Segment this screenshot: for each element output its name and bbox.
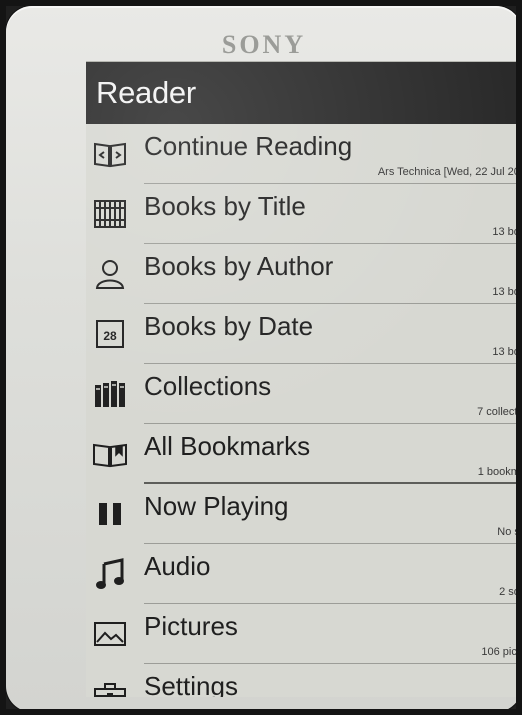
menu-item-now-playing[interactable]: Now Playing No so xyxy=(86,484,522,544)
music-note-icon xyxy=(90,554,130,594)
menu-item-label: Settings xyxy=(144,671,238,697)
menu-item-subtext: 106 pictu xyxy=(481,646,522,658)
menu-item-label: Continue Reading xyxy=(144,131,353,161)
menu-item-audio[interactable]: Audio 2 son xyxy=(86,544,522,604)
toolbox-icon xyxy=(90,674,130,697)
menu-item-label: Now Playing xyxy=(144,491,289,521)
menu-item-all-bookmarks[interactable]: All Bookmarks 1 bookma xyxy=(86,424,522,484)
menu-item-books-by-date[interactable]: 28 Books by Date 13 boo xyxy=(86,304,522,364)
menu-item-label: Collections xyxy=(144,371,272,401)
calendar-icon: 28 xyxy=(90,314,130,354)
menu-item-continue-reading[interactable]: Continue Reading Ars Technica [Wed, 22 J… xyxy=(86,124,522,184)
menu-item-subtext: 7 collectio xyxy=(477,406,522,418)
menu-item-subtext: 13 boo xyxy=(492,286,522,298)
menu-item-label: Audio xyxy=(144,551,211,581)
menu-item-label: Books by Author xyxy=(144,251,334,281)
menu-item-subtext: No so xyxy=(497,526,522,538)
menu-item-collections[interactable]: Collections 7 collectio xyxy=(86,364,522,424)
menu-item-subtext: 1 bookma xyxy=(477,466,522,478)
menu-item-label: All Bookmarks xyxy=(144,431,311,461)
menu-item-label: Books by Date xyxy=(144,311,314,341)
menu-item-pictures[interactable]: Pictures 106 pictu xyxy=(86,604,522,664)
bookmark-book-icon xyxy=(90,434,130,474)
main-menu: Continue Reading Ars Technica [Wed, 22 J… xyxy=(86,124,522,697)
open-book-icon xyxy=(90,134,130,174)
menu-item-subtext: 13 boo xyxy=(492,226,522,238)
menu-item-settings[interactable]: Settings xyxy=(86,664,522,697)
picture-icon xyxy=(90,614,130,654)
brand-logo: SONY xyxy=(221,30,307,59)
calendar-day-number: 28 xyxy=(103,329,117,343)
reader-screen: Reader Continue Reading Ars Technica [We… xyxy=(86,61,522,697)
menu-item-books-by-title[interactable]: Books by Title 13 boo xyxy=(86,184,522,244)
ebook-reader-device: SONY Reader Continue Reading Ars Technic… xyxy=(6,6,522,712)
menu-item-label: Books by Title xyxy=(144,191,306,221)
book-collection-icon xyxy=(90,374,130,414)
menu-item-subtext: 2 son xyxy=(499,586,522,598)
menu-item-subtext: 13 boo xyxy=(492,346,522,358)
book-spines-icon xyxy=(90,194,130,234)
menu-item-subtext: Ars Technica [Wed, 22 Jul 200 xyxy=(377,166,522,178)
menu-item-books-by-author[interactable]: Books by Author 13 boo xyxy=(86,244,522,304)
pause-icon xyxy=(90,494,130,534)
page-title: Reader xyxy=(86,62,522,124)
person-icon xyxy=(90,254,130,294)
menu-item-label: Pictures xyxy=(144,611,238,641)
